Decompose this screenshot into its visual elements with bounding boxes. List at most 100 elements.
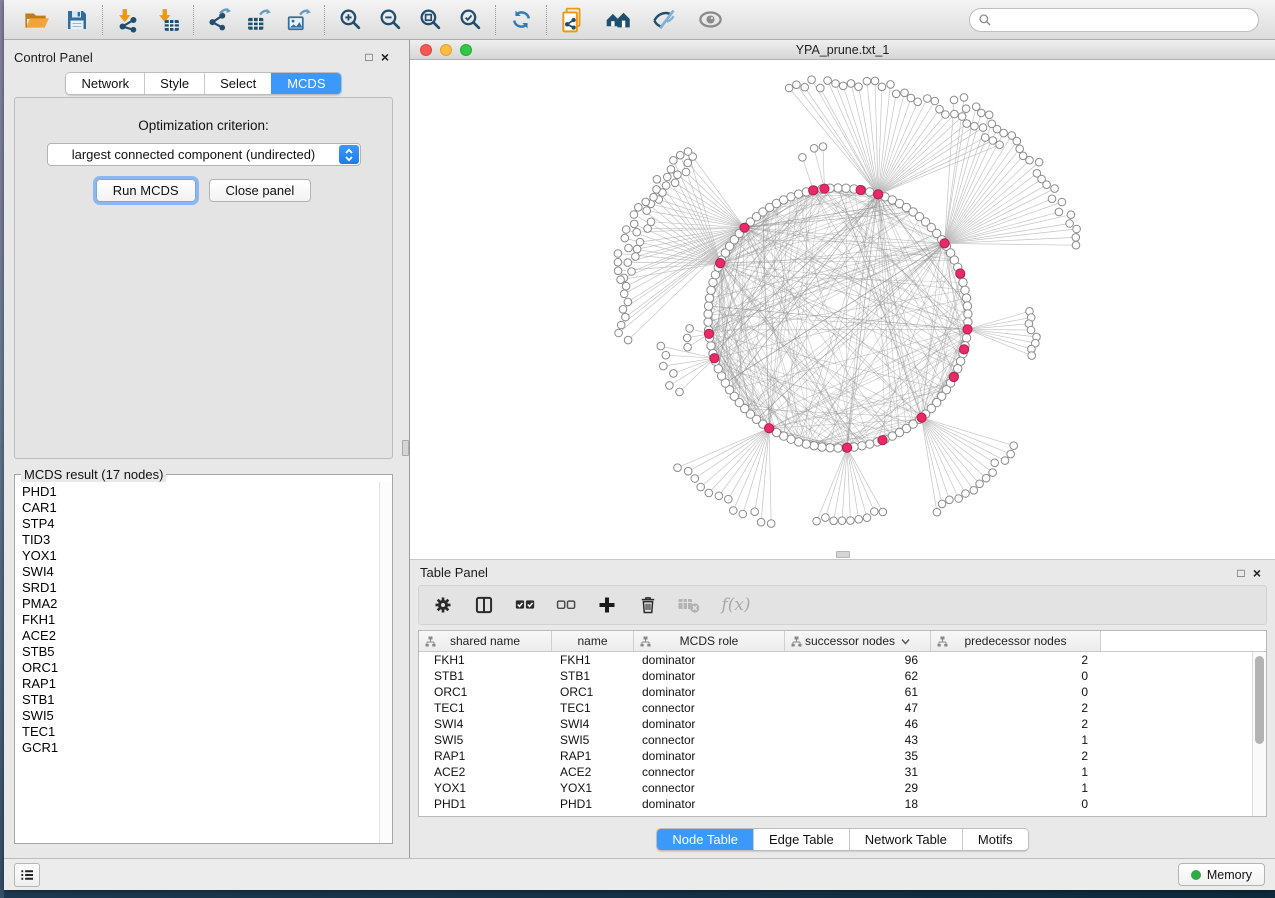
table-row[interactable]: PHD1PHD1dominator180 [419,796,1266,812]
mcds-result-list[interactable]: PHD1CAR1STP4TID3YOX1SWI4SRD1PMA2FKH1ACE2… [15,482,379,843]
list-item[interactable]: STB5 [22,644,379,660]
list-item[interactable]: ORC1 [22,660,379,676]
table-row[interactable]: TEC1TEC1connector472 [419,700,1266,716]
tab-edge-table[interactable]: Edge Table [753,829,849,850]
tab-network[interactable]: Network [66,73,144,94]
splitter-handle[interactable] [402,440,409,456]
table-row[interactable]: ORC1ORC1dominator610 [419,684,1266,700]
float-panel-icon[interactable]: □ [361,50,377,64]
list-item[interactable]: SWI5 [22,708,379,724]
table-cell: connector [634,733,785,747]
tab-node-table[interactable]: Node Table [657,829,753,850]
export-table-button[interactable] [244,5,274,35]
list-item[interactable]: CAR1 [22,500,379,516]
table-row[interactable]: RAP1RAP1dominator352 [419,748,1266,764]
column-header-name[interactable]: name [552,631,634,651]
result-list-scrollbar[interactable] [379,482,392,843]
column-header-successor-nodes[interactable]: successor nodes [785,631,931,651]
toggle-panel-layout-button[interactable] [472,593,496,617]
eye-button[interactable] [695,5,725,35]
table-cell: ORC1 [419,685,552,699]
select-all-button[interactable] [513,593,537,617]
table-row[interactable]: STB1STB1dominator620 [419,668,1266,684]
search-box[interactable] [969,8,1259,32]
horizontal-splitter[interactable] [410,551,1275,559]
open-folder-icon [24,7,50,33]
splitter-handle[interactable] [836,551,850,558]
list-item[interactable]: TEC1 [22,724,379,740]
table-cell: dominator [634,749,785,763]
function-builder-button-disabled[interactable]: f(x) [718,593,754,617]
list-item[interactable]: PHD1 [22,484,379,500]
add-column-button[interactable] [595,593,619,617]
zoom-selected-button[interactable] [455,5,485,35]
list-item[interactable]: ACE2 [22,628,379,644]
houses-icon [605,6,632,33]
float-panel-icon[interactable]: □ [1233,566,1249,580]
list-item[interactable]: YOX1 [22,548,379,564]
column-header-mcds-role[interactable]: MCDS role [634,631,785,651]
list-item[interactable]: SWI4 [22,564,379,580]
table-row[interactable]: YOX1YOX1connector291 [419,780,1266,796]
table-cell: 0 [931,797,1101,811]
close-panel-icon[interactable]: × [377,50,393,64]
table-row[interactable]: SWI5SWI5connector431 [419,732,1266,748]
table-cell: STB1 [552,669,634,683]
save-session-button[interactable] [62,5,92,35]
table-settings-button[interactable] [431,593,455,617]
import-table-button[interactable] [153,5,183,35]
vision-eye-slash-icon [651,6,678,33]
list-item[interactable]: RAP1 [22,676,379,692]
delete-table-button-disabled[interactable] [677,593,701,617]
zoom-fit-button[interactable] [415,5,445,35]
optimization-criterion-select[interactable]: largest connected component (undirected) [47,143,361,166]
tab-mcds[interactable]: MCDS [271,73,340,94]
table-row[interactable]: ACE2ACE2connector311 [419,764,1266,780]
table-cell: connector [634,701,785,715]
search-input[interactable] [997,13,1250,27]
tab-select[interactable]: Select [204,73,271,94]
show-hide-panels-button[interactable] [603,5,633,35]
network-canvas[interactable] [410,60,1275,551]
import-network-button[interactable] [113,5,143,35]
table-cell: TEC1 [419,701,552,715]
vision-toggle-button[interactable] [649,5,679,35]
table-cell: 2 [931,653,1101,667]
list-item[interactable]: GCR1 [22,740,379,756]
network-file-button[interactable] [557,5,587,35]
delete-column-button[interactable] [636,593,660,617]
list-item[interactable]: PMA2 [22,596,379,612]
zoom-in-button[interactable] [335,5,365,35]
eye-icon [697,6,724,33]
list-item[interactable]: FKH1 [22,612,379,628]
table-cell: 18 [785,797,931,811]
tab-network-table[interactable]: Network Table [849,829,962,850]
network-graph[interactable] [410,60,1275,551]
table-cell: connector [634,765,785,779]
zoom-out-button[interactable] [375,5,405,35]
table-row[interactable]: FKH1FKH1dominator962 [419,652,1266,668]
deselect-all-button[interactable] [554,593,578,617]
export-network-button[interactable] [204,5,234,35]
refresh-button[interactable] [506,5,536,35]
scrollbar-thumb[interactable] [1255,656,1264,744]
list-item[interactable]: SRD1 [22,580,379,596]
close-panel-icon[interactable]: × [1249,566,1265,580]
column-header-predecessor-nodes[interactable]: predecessor nodes [931,631,1101,651]
list-item[interactable]: STP4 [22,516,379,532]
tab-motifs[interactable]: Motifs [962,829,1028,850]
list-item[interactable]: TID3 [22,532,379,548]
list-item[interactable]: STB1 [22,692,379,708]
table-row[interactable]: SWI4SWI4dominator462 [419,716,1266,732]
vertical-splitter[interactable] [401,40,410,858]
memory-button[interactable]: Memory [1178,863,1265,886]
table-scrollbar[interactable] [1252,652,1266,816]
task-history-button[interactable] [14,863,40,887]
open-file-button[interactable] [22,5,52,35]
column-header-shared-name[interactable]: shared name [419,631,552,651]
export-image-button[interactable] [284,5,314,35]
tab-style[interactable]: Style [144,73,204,94]
table-cell: SWI4 [552,717,634,731]
close-panel-button[interactable]: Close panel [209,179,312,202]
run-mcds-button[interactable]: Run MCDS [96,179,196,202]
